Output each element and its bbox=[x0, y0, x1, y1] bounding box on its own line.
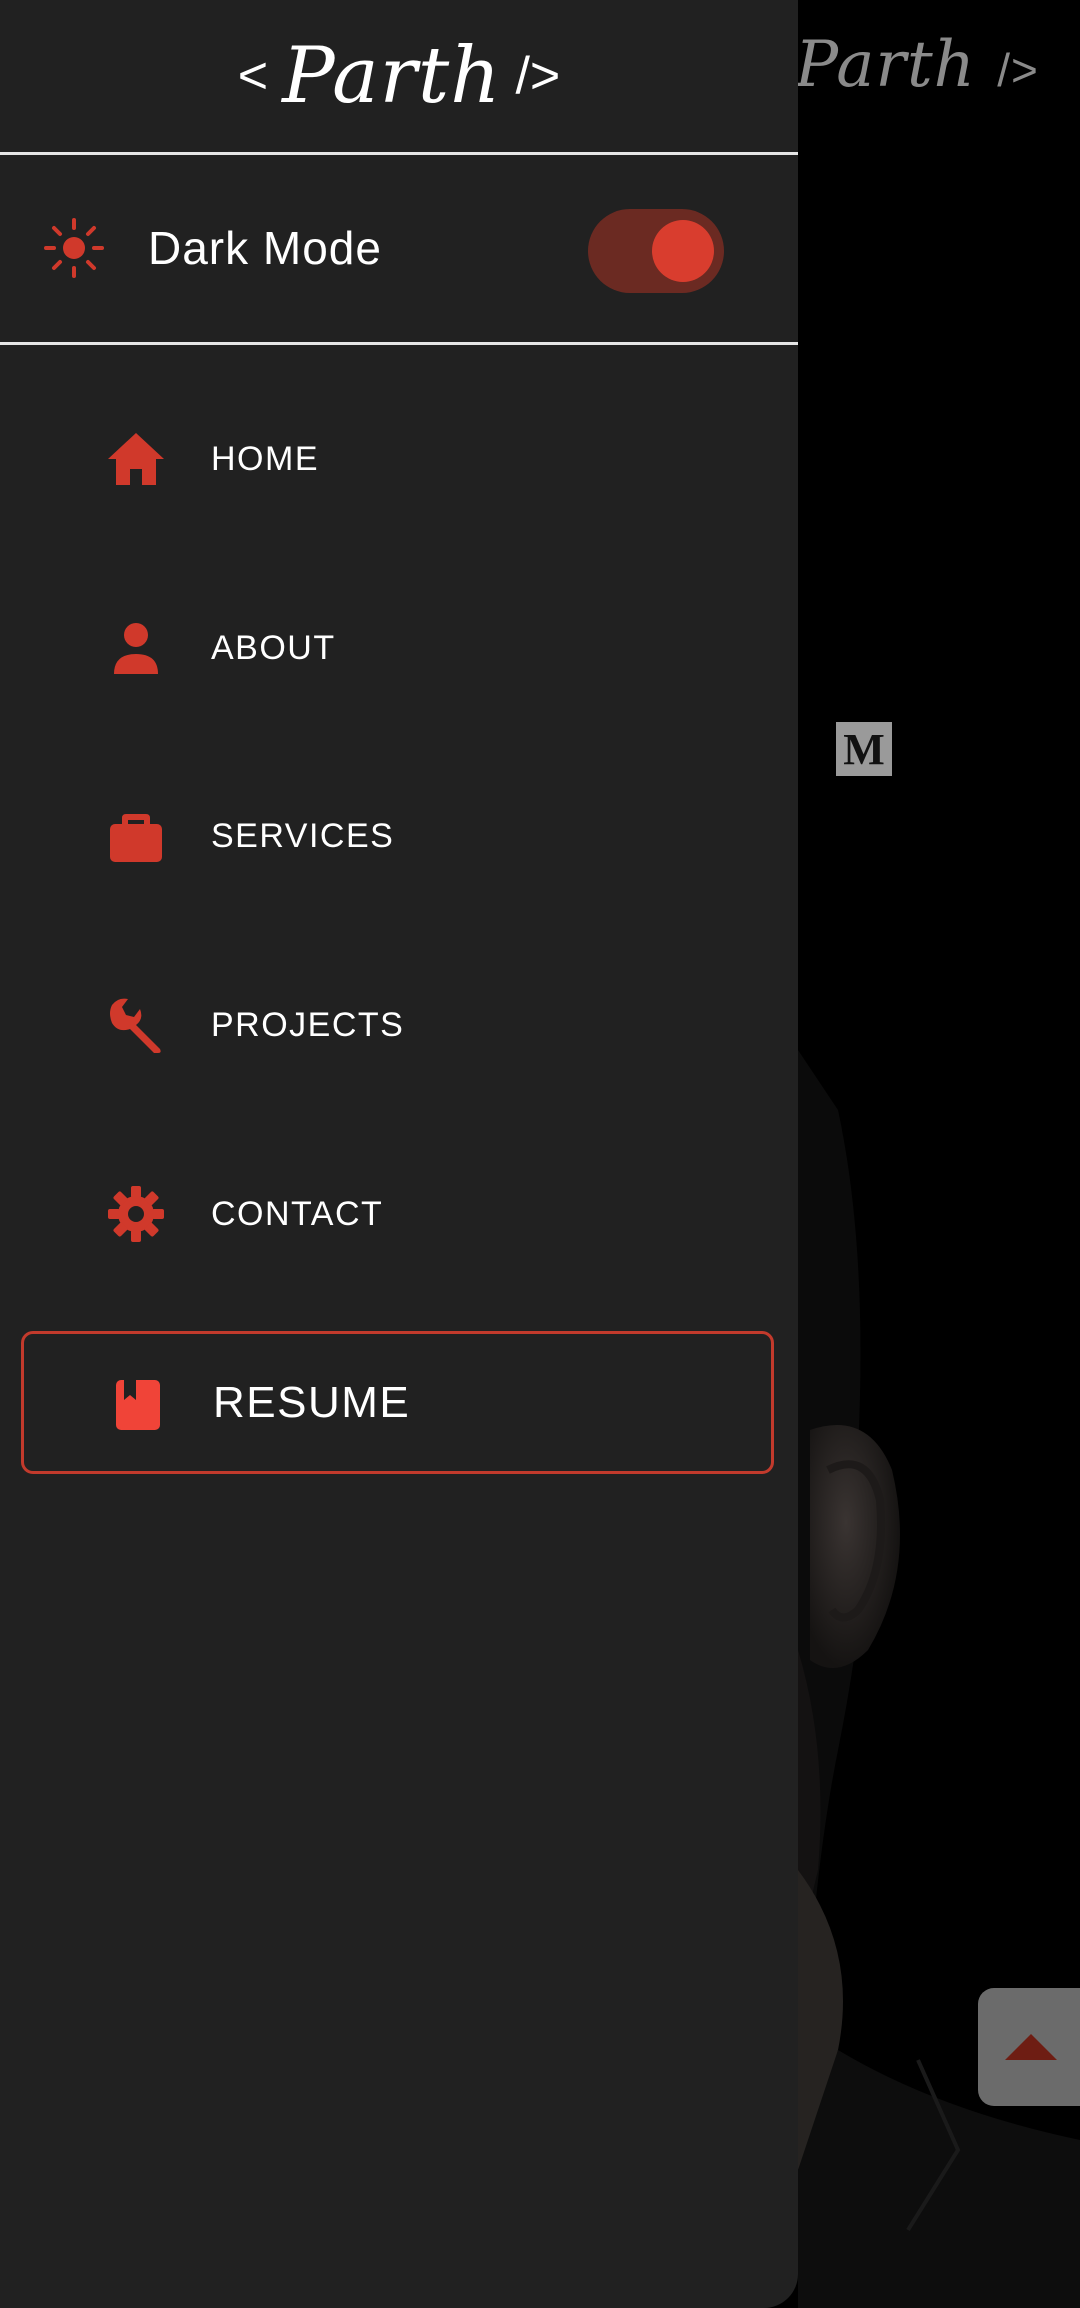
person-icon bbox=[114, 623, 158, 674]
menu-item-about[interactable]: ABOUT bbox=[0, 588, 798, 708]
menu-item-label: PROJECTS bbox=[211, 1006, 405, 1044]
menu-item-label: CONTACT bbox=[211, 1195, 384, 1233]
resume-button[interactable]: RESUME bbox=[21, 1331, 774, 1474]
home-icon bbox=[108, 433, 164, 485]
book-icon bbox=[116, 1380, 160, 1430]
drawer-header: < Parth /> bbox=[0, 0, 798, 155]
app-screen: Parth /> M < Parth /> Dark Mode HOME ABO… bbox=[0, 0, 1080, 2308]
medium-icon[interactable]: M bbox=[836, 722, 892, 776]
brand-open-bracket: < bbox=[237, 47, 269, 105]
dark-mode-label: Dark Mode bbox=[148, 222, 382, 274]
portrait-image bbox=[798, 1050, 1080, 2308]
caret-up-icon bbox=[1005, 2034, 1057, 2060]
menu-item-projects[interactable]: PROJECTS bbox=[0, 965, 798, 1085]
menu-item-home[interactable]: HOME bbox=[0, 399, 798, 519]
gear-icon bbox=[108, 1186, 164, 1242]
menu-item-services[interactable]: SERVICES bbox=[0, 776, 798, 896]
background-logo-close: /> bbox=[997, 44, 1039, 96]
menu-item-label: HOME bbox=[211, 440, 319, 478]
brand-signature: Parth bbox=[282, 31, 502, 121]
sun-icon bbox=[44, 218, 104, 278]
navigation-drawer: < Parth /> Dark Mode HOME ABOUT SERVICES… bbox=[0, 0, 798, 2308]
menu-item-label: ABOUT bbox=[211, 629, 336, 667]
toggle-knob bbox=[652, 220, 714, 282]
menu-item-label: SERVICES bbox=[211, 817, 395, 855]
dark-mode-toggle[interactable] bbox=[588, 209, 724, 293]
briefcase-icon bbox=[110, 814, 162, 862]
brand-close-bracket: /> bbox=[515, 47, 561, 105]
dark-mode-row: Dark Mode bbox=[0, 155, 798, 345]
menu-item-contact[interactable]: CONTACT bbox=[0, 1154, 798, 1274]
brand-logo[interactable]: < Parth /> bbox=[238, 31, 561, 121]
wrench-icon bbox=[110, 998, 161, 1053]
background-logo-signature: Parth bbox=[795, 28, 976, 102]
resume-label: RESUME bbox=[213, 1378, 411, 1427]
scroll-to-top-button[interactable] bbox=[978, 1988, 1080, 2106]
background-logo[interactable]: Parth /> bbox=[795, 28, 1039, 102]
